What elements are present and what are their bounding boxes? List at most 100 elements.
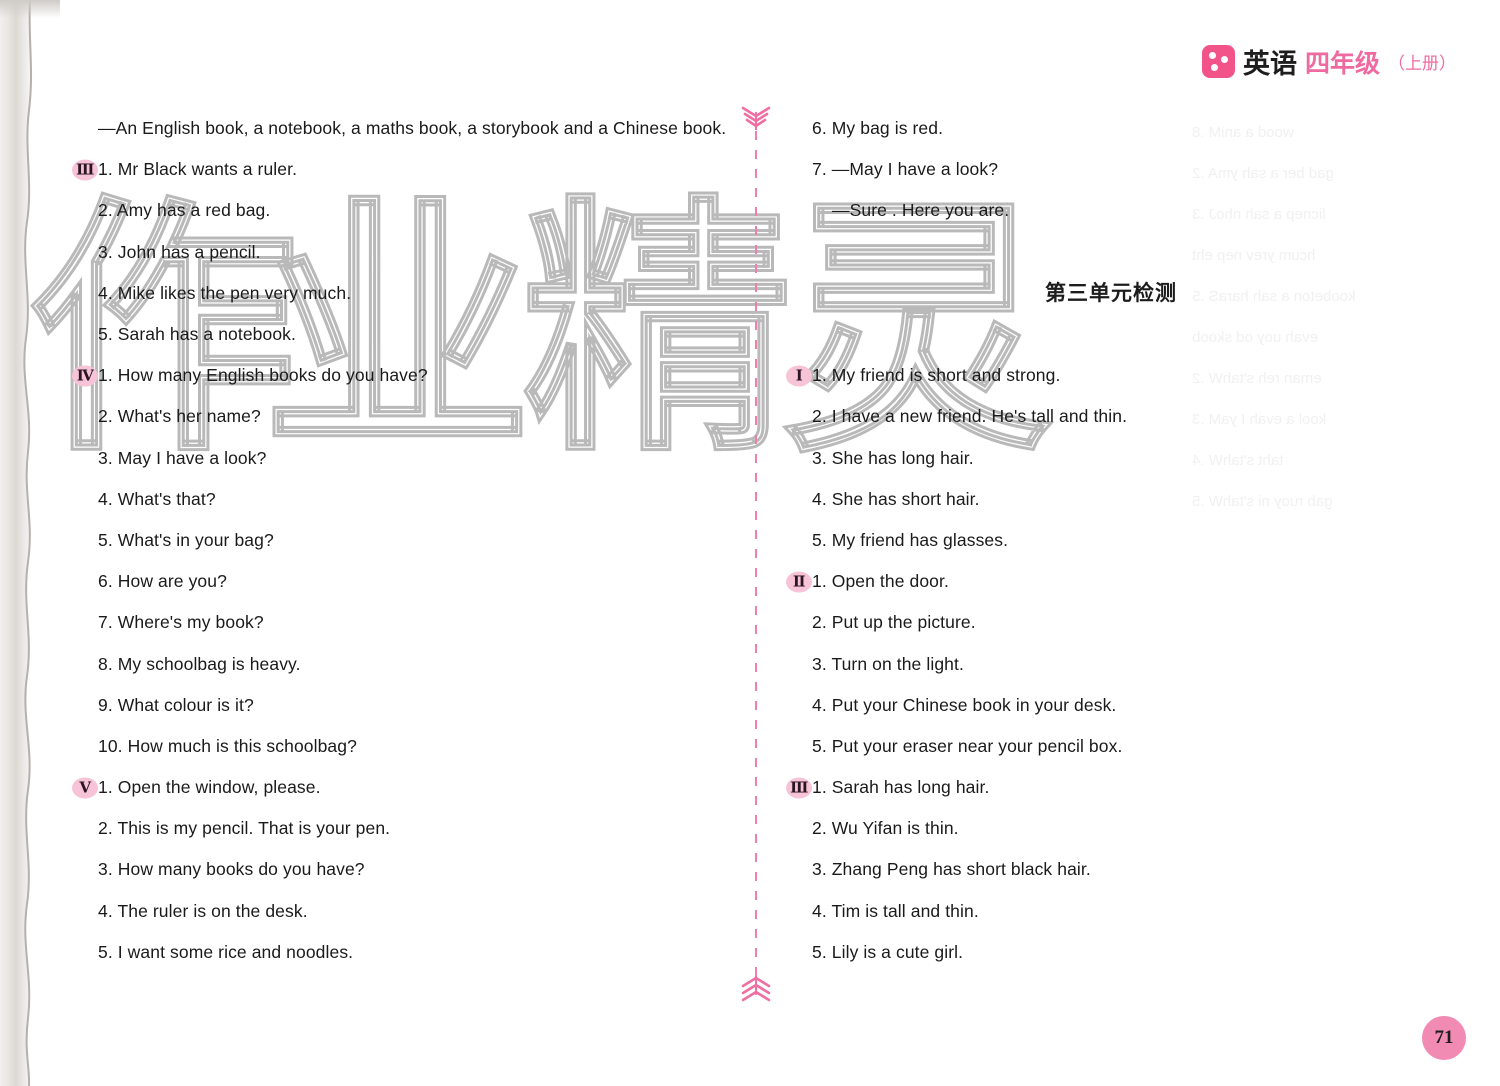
answer-text: 3. John has a pencil. <box>98 241 261 262</box>
section-badge: Ⅲ <box>786 777 812 799</box>
answer-text: 4. Put your Chinese book in your desk. <box>812 694 1117 715</box>
header-grade: 四年级 <box>1304 49 1380 78</box>
torn-paper-edge <box>0 0 46 1086</box>
answer-text: 5. Put your eraser near your pencil box. <box>812 735 1123 756</box>
section-badge: Ⅴ <box>72 777 98 799</box>
answer-row: 4. The ruler is on the desk. <box>72 891 722 932</box>
section-badge: Ⅳ <box>72 365 98 387</box>
answer-row: 2. What's her name? <box>72 396 722 437</box>
answers-column-right: 6. My bag is red. 7. —May I have a look? —… <box>786 108 1386 973</box>
answer-row: —Sure . Here you are. <box>786 190 1386 231</box>
answer-row: —An English book, a notebook, a maths bo… <box>72 108 726 149</box>
answer-row: 8. My schoolbag is heavy. <box>72 643 722 684</box>
answer-text: 5. My friend has glasses. <box>812 529 1009 550</box>
answer-text: 2. Wu Yifan is thin. <box>812 818 959 839</box>
answer-text: 3. Zhang Peng has short black hair. <box>812 859 1091 880</box>
header-volume: （上册） <box>1388 54 1456 73</box>
page-number-badge: 71 <box>1422 1016 1466 1060</box>
answer-row: 6. How are you? <box>72 561 722 602</box>
dice-logo-icon <box>1201 45 1235 78</box>
answer-row: Ⅳ 1. How many English books do you have? <box>72 355 722 396</box>
answer-text: 1. Mr Black wants a ruler. <box>98 159 298 180</box>
answer-text: 4. She has short hair. <box>812 488 980 509</box>
answer-text: 10. How much is this schoolbag? <box>98 735 357 756</box>
answer-row: Ⅱ 1. Open the door. <box>786 561 1386 602</box>
answer-row: 4. Put your Chinese book in your desk. <box>786 685 1386 726</box>
answer-text: 1. Open the window, please. <box>98 777 321 798</box>
answer-row: 4. Tim is tall and thin. <box>786 891 1386 932</box>
answer-text: 2. Put up the picture. <box>812 612 976 633</box>
answer-text: 7. —May I have a look? <box>812 159 999 180</box>
answer-text: 3. May I have a look? <box>98 447 267 468</box>
answer-row: 5. My friend has glasses. <box>786 520 1386 561</box>
answer-text: 3. She has long hair. <box>812 447 974 468</box>
answer-row: 2. Amy has a red bag. <box>72 190 722 231</box>
answer-row: 3. How many books do you have? <box>72 849 722 890</box>
answer-text: 7. Where's my book? <box>98 612 264 633</box>
section-badge: Ⅲ <box>72 159 98 181</box>
section-badge: Ⅰ <box>786 365 812 387</box>
answer-text: 3. How many books do you have? <box>98 859 365 880</box>
answer-text: —An English book, a notebook, a maths bo… <box>98 118 727 139</box>
answer-row: 6. My bag is red. <box>786 108 1386 149</box>
answer-text: 4. Mike likes the pen very much. <box>98 282 352 303</box>
answer-text: 8. My schoolbag is heavy. <box>98 653 301 674</box>
answer-row: 2. Wu Yifan is thin. <box>786 808 1386 849</box>
answer-text: 2. I have a new friend. He's tall and th… <box>812 406 1128 427</box>
answer-row: Ⅲ 1. Mr Black wants a ruler. <box>72 149 722 190</box>
answer-text: 4. What's that? <box>98 488 216 509</box>
answer-row: 3. She has long hair. <box>786 438 1386 479</box>
page-top-shadow <box>0 0 60 18</box>
answer-row: 4. She has short hair. <box>786 479 1386 520</box>
answer-row: 7. —May I have a look? <box>786 149 1386 190</box>
answer-text: 1. Sarah has long hair. <box>812 777 990 798</box>
dashed-cut-line <box>755 112 757 1000</box>
answer-text: 6. How are you? <box>98 571 227 592</box>
torn-edge-shape <box>23 0 46 1086</box>
answers-column-left: —An English book, a notebook, a maths bo… <box>72 108 726 973</box>
answer-text: 6. My bag is red. <box>812 118 944 139</box>
answer-row: 5. Sarah has a notebook. <box>72 314 722 355</box>
arrow-chevron-icon <box>741 976 771 1002</box>
arrow-chevron-icon <box>741 106 771 130</box>
unit-heading: 第三单元检测 <box>1045 282 1177 305</box>
answer-text: 1. My friend is short and strong. <box>812 365 1061 386</box>
answer-row: 4. What's that? <box>72 479 722 520</box>
answer-row: 5. I want some rice and noodles. <box>72 932 722 973</box>
answer-row: 5. Put your eraser near your pencil box. <box>786 726 1386 767</box>
answer-text: 5. I want some rice and noodles. <box>98 941 354 962</box>
answer-text: 4. Tim is tall and thin. <box>812 900 979 921</box>
answer-row: Ⅲ 1. Sarah has long hair. <box>786 767 1386 808</box>
answer-row: Ⅰ 1. My friend is short and strong. <box>786 355 1386 396</box>
answer-row: 2. I have a new friend. He's tall and th… <box>786 396 1386 437</box>
textbook-answer-page: 作 业 精 灵 wood a aniM .8 gad ber a sah ymA … <box>0 0 1500 1086</box>
answer-row: 4. Mike likes the pen very much. <box>72 273 722 314</box>
answer-row <box>786 232 1386 273</box>
answer-row: 2. Put up the picture. <box>786 602 1386 643</box>
answer-row: 10. How much is this schoolbag? <box>72 726 722 767</box>
answer-row: 5. What's in your bag? <box>72 520 722 561</box>
answer-row: 3. Turn on the light. <box>786 643 1386 684</box>
answer-row: 7. Where's my book? <box>72 602 722 643</box>
answer-row: 3. Zhang Peng has short black hair. <box>786 849 1386 890</box>
answer-text: 3. Turn on the light. <box>812 653 964 674</box>
answer-text: —Sure . Here you are. <box>832 200 1010 221</box>
header-subject: 英语 <box>1242 49 1297 79</box>
answer-text: 5. Sarah has a notebook. <box>98 324 296 345</box>
answer-row: 2. This is my pencil. That is your pen. <box>72 808 722 849</box>
section-badge: Ⅱ <box>786 571 812 593</box>
answer-text: 1. Open the door. <box>812 571 949 592</box>
answer-text: 9. What colour is it? <box>98 694 254 715</box>
answer-row: 5. Lily is a cute girl. <box>786 932 1386 973</box>
answer-text: 1. How many English books do you have? <box>98 365 428 386</box>
answer-text: 2. What's her name? <box>98 406 261 427</box>
answer-text: 4. The ruler is on the desk. <box>98 900 308 921</box>
answer-row: 3. John has a pencil. <box>72 232 722 273</box>
answer-text: 5. What's in your bag? <box>98 529 274 550</box>
answer-text: 2. Amy has a red bag. <box>98 200 271 221</box>
answer-text: 5. Lily is a cute girl. <box>812 941 964 962</box>
answer-row: Ⅴ 1. Open the window, please. <box>72 767 722 808</box>
answer-row: 9. What colour is it? <box>72 685 722 726</box>
answer-row: 3. May I have a look? <box>72 438 722 479</box>
answer-text: 2. This is my pencil. That is your pen. <box>98 818 391 839</box>
